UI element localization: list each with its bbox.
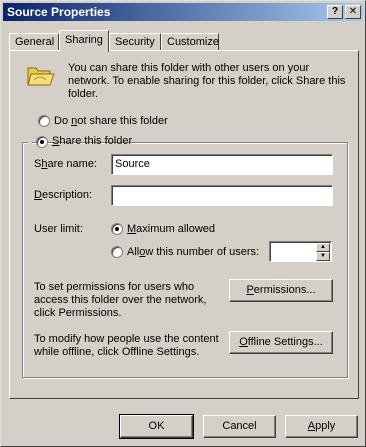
- sharing-intro-text: You can share this folder with other use…: [68, 62, 346, 100]
- tab-strip: General Sharing Security Customize: [9, 30, 359, 52]
- offline-settings-button[interactable]: Offline Settings...: [229, 331, 333, 354]
- share-name-label: Share name:: [34, 158, 97, 170]
- user-count-spinner[interactable]: ▲ ▼: [269, 241, 332, 262]
- tab-customize[interactable]: Customize: [161, 33, 219, 50]
- tab-general[interactable]: General: [9, 33, 59, 50]
- do-not-share-label[interactable]: Do not share this folder: [54, 115, 168, 127]
- maximum-allowed-label[interactable]: Maximum allowed: [127, 223, 215, 235]
- description-input[interactable]: [111, 185, 333, 206]
- permissions-button[interactable]: Permissions...: [229, 279, 333, 302]
- title-bar[interactable]: Source Properties ? ✕: [3, 3, 363, 21]
- radio-selected-dot: [40, 140, 44, 144]
- ok-button[interactable]: OK: [119, 414, 194, 439]
- shared-folder-icon: [27, 67, 55, 86]
- tab-security[interactable]: Security: [109, 33, 161, 50]
- help-button[interactable]: ?: [327, 5, 343, 19]
- spin-up-button[interactable]: ▲: [316, 243, 330, 252]
- allow-number-radio[interactable]: [111, 246, 123, 258]
- description-label: Description:: [34, 189, 93, 201]
- radio-selected-dot: [115, 227, 119, 231]
- cancel-button[interactable]: Cancel: [203, 415, 276, 438]
- do-not-share-radio[interactable]: [38, 115, 50, 127]
- apply-button[interactable]: Apply: [285, 415, 358, 438]
- sharing-panel: You can share this folder with other use…: [9, 50, 359, 399]
- allow-number-label[interactable]: Allow this number of users:: [127, 246, 259, 258]
- share-this-folder-label[interactable]: Share this folder: [52, 135, 132, 147]
- properties-dialog: Source Properties ? ✕ General Sharing Se…: [0, 0, 366, 447]
- permissions-description: To set permissions for users who access …: [34, 281, 207, 319]
- share-this-folder-option[interactable]: Share this folder: [28, 134, 132, 150]
- tab-sharing[interactable]: Sharing: [59, 30, 109, 52]
- close-button[interactable]: ✕: [345, 5, 361, 19]
- maximum-allowed-radio[interactable]: [111, 223, 123, 235]
- user-limit-label: User limit:: [34, 223, 83, 235]
- window-title: Source Properties: [7, 5, 111, 19]
- spin-down-button[interactable]: ▼: [316, 252, 330, 261]
- share-this-folder-radio[interactable]: [36, 136, 48, 148]
- share-name-input[interactable]: Source: [111, 154, 333, 175]
- offline-description: To modify how people use the content whi…: [34, 333, 219, 358]
